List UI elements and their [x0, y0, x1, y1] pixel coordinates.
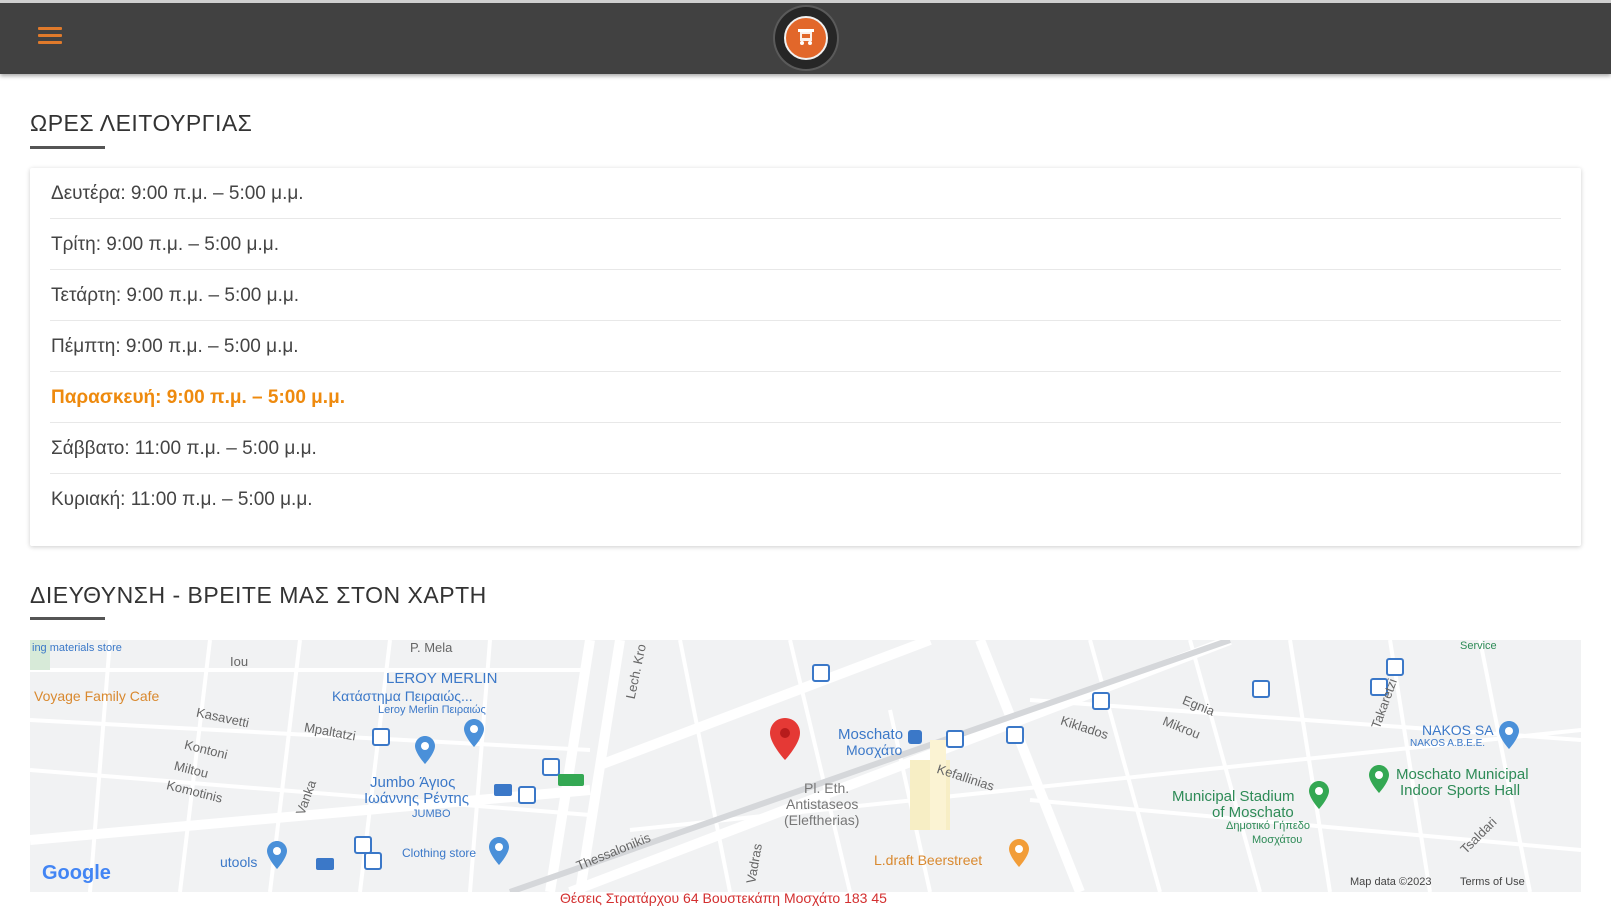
map-label-stadium-4: Μοσχάτου: [1252, 834, 1303, 846]
hours-row-sunday: Κυριακή: 11:00 π.μ. – 5:00 μ.μ.: [51, 489, 313, 510]
shopping-pin-icon[interactable]: [463, 718, 485, 748]
map-label-leroy: LEROY MERLIN: [386, 670, 498, 687]
map-label-square-2: Antistaseos: [786, 796, 859, 812]
map-label-leroy-sub: Leroy Merlin Πειραιώς: [378, 704, 486, 716]
location-pin-icon[interactable]: [768, 716, 802, 762]
map-label-square: Pl. Eth.: [804, 780, 850, 796]
map-label-moschato: Moschato: [838, 726, 904, 743]
bus-stop-icon[interactable]: [1252, 680, 1270, 698]
shopping-pin-icon[interactable]: [414, 735, 436, 765]
bus-stop-icon[interactable]: [372, 728, 390, 746]
shopping-pin-icon[interactable]: [488, 836, 510, 866]
hours-heading: ΩΡΕΣ ΛΕΙΤΟΥΡΓΙΑΣ: [30, 110, 253, 136]
map-label-moschato-greek: Μοσχάτο: [846, 742, 903, 758]
address-heading-underline: [30, 617, 105, 620]
map-label-service: Service: [1460, 640, 1497, 652]
hours-card: Δευτέρα: 9:00 π.μ. – 5:00 μ.μ. Τρίτη: 9:…: [30, 168, 1581, 546]
map-label-leroy-greek: Κατάστημα Πειραιώς...: [332, 688, 473, 704]
metro-station-icon[interactable]: [908, 730, 922, 744]
map-terms-link[interactable]: Terms of Use: [1460, 876, 1525, 888]
street-label: Iou: [230, 654, 249, 669]
street-label: P. Mela: [410, 640, 453, 655]
map-label-jumbo-greek: Ιωάννης Ρέντης: [364, 790, 469, 807]
map-label-clothing: Clothing store: [402, 846, 477, 860]
bus-stop-icon[interactable]: [364, 852, 382, 870]
park-pin-icon[interactable]: [1368, 764, 1390, 794]
address-heading: ΔΙΕΥΘΥΝΣΗ - ΒΡΕΙΤΕ ΜΑΣ ΣΤΟΝ ΧΑΡΤΗ: [30, 582, 487, 608]
hours-row-tuesday: Τρίτη: 9:00 π.μ. – 5:00 μ.μ.: [50, 219, 1561, 270]
map-label-jumbo-sub: JUMBO: [412, 808, 451, 820]
shopping-pin-icon[interactable]: [1498, 720, 1520, 750]
google-logo: Google: [42, 862, 111, 884]
map-label-indoor-hall-2: Indoor Sports Hall: [1400, 782, 1521, 799]
park-pin-icon[interactable]: [1308, 780, 1330, 810]
map-label-stadium-3: Δημοτικό Γήπεδο: [1226, 820, 1311, 832]
hours-row-wednesday: Τετάρτη: 9:00 π.μ. – 5:00 μ.μ.: [50, 270, 1561, 321]
top-app-bar: [0, 0, 1611, 74]
map-label-ldraft: L.draft Beerstreet: [874, 852, 983, 868]
map-label-jumbo: Jumbo Άγιος: [370, 774, 456, 791]
bus-stop-icon[interactable]: [518, 786, 536, 804]
hours-heading-underline: [30, 146, 105, 149]
road-shield-icon: [558, 774, 584, 786]
bus-stop-icon[interactable]: [946, 730, 964, 748]
address-text: Θέσεις Στρατάρχου 64 Βουστεκάπη Μοσχάτο …: [560, 890, 887, 906]
bus-stop-icon[interactable]: [812, 664, 830, 682]
map-data-attribution: Map data ©2023: [1350, 876, 1432, 888]
hours-row-monday: Δευτέρα: 9:00 π.μ. – 5:00 μ.μ.: [50, 168, 1561, 219]
hours-row-thursday: Πέμπτη: 9:00 π.μ. – 5:00 μ.μ.: [50, 321, 1561, 372]
bus-stop-icon[interactable]: [1006, 726, 1024, 744]
map-label-materials: ing materials store: [32, 642, 122, 654]
map-roads: [30, 640, 1581, 892]
restaurant-pin-icon[interactable]: [1008, 838, 1030, 868]
bus-stop-icon[interactable]: [494, 784, 512, 796]
map-label-nakos-2: NAKOS A.B.E.E.: [1410, 738, 1486, 749]
map-label-voyage: Voyage Family Cafe: [34, 688, 160, 704]
shopping-pin-icon[interactable]: [266, 840, 288, 870]
hours-row-saturday: Σάββατο: 11:00 π.μ. – 5:00 μ.μ.: [50, 423, 1561, 474]
map-label-stadium-2: of Moschato: [1212, 804, 1294, 821]
bus-stop-icon[interactable]: [1092, 692, 1110, 710]
hours-row-friday-today: Παρασκευή: 9:00 π.μ. – 5:00 μ.μ.: [50, 372, 1561, 423]
tow-truck-logo-icon[interactable]: [775, 7, 837, 69]
hamburger-menu-icon[interactable]: [38, 27, 62, 47]
map-label-nakos: NAKOS SA: [1422, 722, 1494, 738]
map-label-stadium: Municipal Stadium: [1172, 788, 1295, 805]
bus-stop-icon[interactable]: [316, 858, 334, 870]
truck-icon: [798, 29, 814, 45]
map-label-indoor-hall: Moschato Municipal: [1396, 766, 1529, 783]
bus-stop-icon[interactable]: [1386, 658, 1404, 676]
map-label-utools: utools: [220, 854, 258, 870]
bus-stop-icon[interactable]: [542, 758, 560, 776]
map-label-square-3: (Eleftherias): [784, 812, 860, 828]
google-map[interactable]: ing materials store Voyage Family Cafe L…: [30, 640, 1581, 892]
